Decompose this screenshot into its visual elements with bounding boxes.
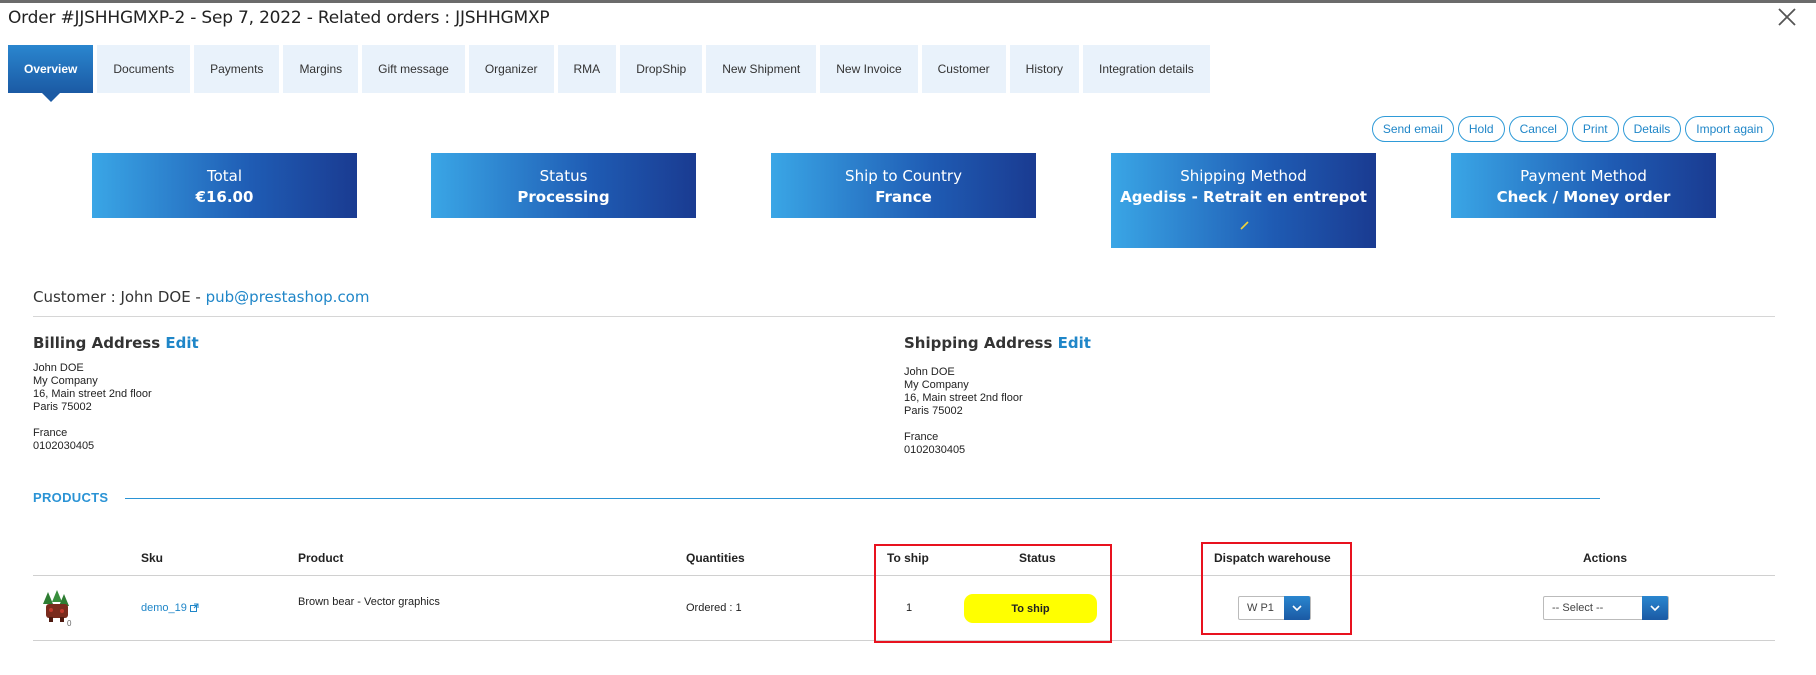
address-line: John DOE (33, 362, 84, 374)
sku-link[interactable]: demo_19 (141, 602, 199, 614)
address-line: Paris 75002 (33, 401, 92, 413)
tab-gift-message[interactable]: Gift message (362, 45, 465, 93)
address-spacer (33, 414, 152, 427)
send-email-button[interactable]: Send email (1371, 116, 1454, 142)
kpi-value: Check / Money order (1496, 188, 1671, 206)
kpi-payment-method: Payment Method Check / Money order (1451, 153, 1716, 218)
kpi-label: Shipping Method (1180, 167, 1307, 185)
kpi-value: Processing (517, 188, 610, 206)
tab-history[interactable]: History (1009, 45, 1079, 93)
billing-address-title: Billing Address Edit (33, 334, 199, 352)
column-header-product: Product (298, 551, 344, 565)
tab-new-shipment[interactable]: New Shipment (706, 45, 817, 93)
address-line: 16, Main street 2nd floor (33, 388, 152, 400)
tab-customer[interactable]: Customer (921, 45, 1006, 93)
window-title: Order #JJSHHGMXP-2 - Sep 7, 2022 - Relat… (8, 8, 550, 28)
thumbnail-badge: 0 (67, 619, 72, 628)
address-line: John DOE (904, 366, 955, 378)
billing-address: John DOE My Company 16, Main street 2nd … (33, 362, 152, 453)
shipping-address-heading: Shipping Address (904, 334, 1053, 352)
customer-name: Customer : John DOE - (33, 288, 206, 306)
kpi-value: France (875, 188, 932, 206)
shipping-address: John DOE My Company 16, Main street 2nd … (904, 366, 1023, 457)
edit-shipping-address-link[interactable]: Edit (1058, 334, 1091, 352)
selected-value: -- Select -- (1552, 602, 1604, 614)
divider (33, 316, 1775, 317)
kpi-ship-to-country: Ship to Country France (771, 153, 1036, 218)
kpi-value: Agediss - Retrait en entrepot (1120, 188, 1367, 206)
close-icon[interactable] (1774, 4, 1800, 30)
tab-organizer[interactable]: Organizer (468, 45, 554, 93)
products-divider (125, 498, 1600, 499)
tab-overview[interactable]: Overview (8, 45, 94, 102)
billing-address-heading: Billing Address (33, 334, 161, 352)
window-top-border (0, 0, 1816, 3)
column-header-actions: Actions (1583, 551, 1628, 565)
address-spacer (904, 418, 1023, 431)
address-line: My Company (33, 375, 98, 387)
address-line: 0102030405 (33, 440, 95, 452)
external-link-icon (189, 603, 199, 612)
customer-line: Customer : John DOE - pub@prestashop.com (33, 288, 369, 306)
tab-dropship[interactable]: DropShip (620, 45, 703, 93)
address-line: My Company (904, 379, 969, 391)
order-actions: Send email Hold Cancel Print Details Imp… (1371, 116, 1774, 142)
highlight-box-dispatch-warehouse (1201, 542, 1352, 635)
address-line: France (33, 427, 68, 439)
kpi-label: Payment Method (1520, 167, 1647, 185)
import-again-button[interactable]: Import again (1685, 116, 1774, 142)
kpi-value: €16.00 (195, 188, 254, 206)
tab-margins[interactable]: Margins (283, 45, 359, 93)
address-line: 0102030405 (904, 444, 966, 456)
kpi-label: Status (539, 167, 588, 185)
kpi-total: Total €16.00 (92, 153, 357, 218)
chevron-down-icon (1642, 596, 1668, 620)
row-action-select[interactable]: -- Select -- (1543, 596, 1669, 620)
highlight-box-to-ship-status (874, 544, 1112, 643)
hold-button[interactable]: Hold (1457, 116, 1505, 142)
tab-payments[interactable]: Payments (194, 45, 280, 93)
tab-bar: Overview Documents Payments Margins Gift… (8, 45, 1210, 102)
customer-email-link[interactable]: pub@prestashop.com (206, 288, 370, 306)
column-header-sku: Sku (141, 551, 164, 565)
tab-documents[interactable]: Documents (97, 45, 191, 93)
edit-billing-address-link[interactable]: Edit (165, 334, 198, 352)
product-name: Brown bear - Vector graphics (298, 596, 440, 608)
shipping-address-title: Shipping Address Edit (904, 334, 1091, 352)
kpi-label: Ship to Country (845, 167, 962, 185)
sku-value: demo_19 (141, 602, 187, 614)
products-title: PRODUCTS (33, 490, 109, 505)
print-button[interactable]: Print (1571, 116, 1619, 142)
kpi-status: Status Processing (431, 153, 696, 218)
address-line: France (904, 431, 939, 443)
address-line: Paris 75002 (904, 405, 963, 417)
details-button[interactable]: Details (1622, 116, 1682, 142)
kpi-label: Total (206, 167, 243, 185)
cancel-button[interactable]: Cancel (1508, 116, 1568, 142)
kpi-shipping-method: Shipping Method Agediss - Retrait en ent… (1111, 153, 1376, 248)
tab-new-invoice[interactable]: New Invoice (820, 45, 918, 93)
tab-rma[interactable]: RMA (557, 45, 617, 93)
quantities-value: Ordered : 1 (686, 602, 742, 614)
address-line: 16, Main street 2nd floor (904, 392, 1023, 404)
column-header-quantities: Quantities (686, 551, 745, 565)
tab-integration-details[interactable]: Integration details (1083, 45, 1210, 93)
pencil-icon[interactable] (1238, 218, 1252, 232)
